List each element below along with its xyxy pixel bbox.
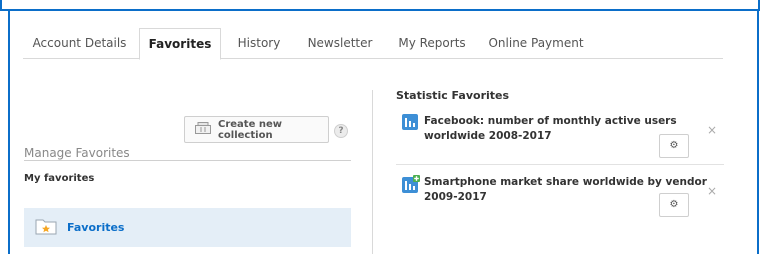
create-collection-label: Create new collection	[218, 118, 282, 141]
help-icon[interactable]: ?	[334, 124, 348, 138]
tab-history[interactable]: History	[224, 28, 294, 59]
bar-chart-icon	[402, 114, 418, 134]
gear-icon: ⚙	[669, 140, 679, 151]
bar-chart-plus-icon	[402, 175, 420, 197]
gear-icon: ⚙	[669, 199, 679, 210]
collection-icon	[195, 122, 211, 137]
statistic-favorites-title: Statistic Favorites	[396, 89, 510, 102]
tab-newsletter[interactable]: Newsletter	[304, 28, 376, 59]
collection-item-favorites[interactable]: Favorites	[24, 208, 351, 247]
create-collection-button[interactable]: Create new collection	[184, 116, 329, 143]
top-frame	[0, 0, 760, 11]
collection-item-label: Favorites	[67, 221, 125, 234]
manage-favorites-divider	[24, 160, 351, 161]
tab-account-details[interactable]: Account Details	[23, 28, 136, 59]
right-frame-border	[757, 11, 759, 254]
my-favorites-label: My favorites	[24, 173, 95, 184]
manage-favorites-title: Manage Favorites	[24, 146, 130, 160]
statistic-item[interactable]: Smartphone market share worldwide by ven…	[396, 175, 724, 223]
settings-button[interactable]: ⚙	[659, 134, 689, 158]
left-frame-border	[8, 11, 10, 254]
item-divider	[396, 164, 724, 165]
remove-item-close-icon[interactable]: ×	[707, 123, 717, 137]
panel-divider	[372, 90, 373, 254]
settings-button[interactable]: ⚙	[659, 193, 689, 217]
tab-my-reports[interactable]: My Reports	[391, 28, 473, 59]
tab-bar: Account Details Favorites History Newsle…	[23, 28, 723, 60]
folder-star-icon	[35, 217, 57, 239]
statistic-item[interactable]: Facebook: number of monthly active users…	[396, 114, 724, 162]
tab-online-payment[interactable]: Online Payment	[486, 28, 586, 59]
remove-item-close-icon[interactable]: ×	[707, 184, 717, 198]
tab-favorites[interactable]: Favorites	[139, 28, 221, 60]
